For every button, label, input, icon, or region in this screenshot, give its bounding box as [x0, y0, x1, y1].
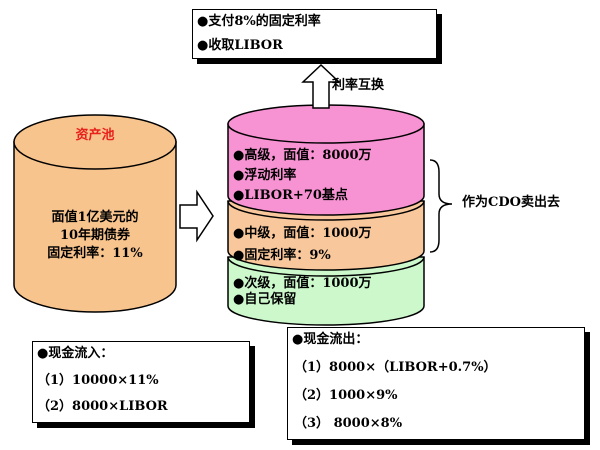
- cash-outflow-item-1: （1）8000×（LIBOR+0.7%）: [294, 360, 497, 375]
- right-arrow-icon: [179, 189, 214, 243]
- cash-inflow-title: ●现金流入：: [37, 346, 114, 361]
- cash-outflow-title: ●现金流出：: [292, 332, 369, 347]
- sell-as-cdo-label: 作为CDO卖出去: [462, 195, 560, 210]
- swap-terms-box: ●支付8%的固定利率 ●收取LIBOR: [192, 9, 437, 59]
- cash-inflow-item-2: （2）8000×LIBOR: [37, 399, 168, 414]
- junior-line-2: ●自己保留: [233, 292, 297, 307]
- senior-line-3: ●LIBOR+70基点: [233, 188, 348, 203]
- curly-brace-icon: [429, 159, 453, 253]
- asset-pool-line-3: 固定利率：11%: [47, 246, 143, 261]
- swap-pay-fixed-text: ●支付8%的固定利率: [197, 14, 321, 29]
- diagram-canvas: ●支付8%的固定利率 ●收取LIBOR 利率互换 资产池 面值1亿美元的 10年…: [0, 0, 600, 450]
- senior-line-2: ●浮动利率: [233, 168, 297, 183]
- cash-inflow-item-1: （1）10000×11%: [37, 373, 159, 388]
- mezzanine-line-2: ●固定利率：9%: [233, 248, 331, 263]
- junior-line-1: ●次级，面值：1000万: [233, 276, 372, 291]
- swap-label: 利率互换: [332, 78, 385, 93]
- asset-pool-title: 资产池: [75, 128, 115, 143]
- cash-outflow-box: ●现金流出： （1）8000×（LIBOR+0.7%） （2）1000×9% （…: [287, 327, 585, 440]
- cash-outflow-item-3: （3） 8000×8%: [294, 416, 403, 431]
- cash-inflow-box: ●现金流入： （1）10000×11% （2）8000×LIBOR: [32, 341, 250, 423]
- cash-outflow-item-2: （2）1000×9%: [294, 388, 398, 403]
- asset-pool-line-1: 面值1亿美元的: [51, 210, 139, 225]
- senior-line-1: ●高级，面值：8000万: [233, 148, 372, 163]
- asset-pool-line-2: 10年期债券: [59, 228, 131, 243]
- mezzanine-line-1: ●中级，面值：1000万: [233, 226, 372, 241]
- swap-receive-libor-text: ●收取LIBOR: [197, 38, 283, 53]
